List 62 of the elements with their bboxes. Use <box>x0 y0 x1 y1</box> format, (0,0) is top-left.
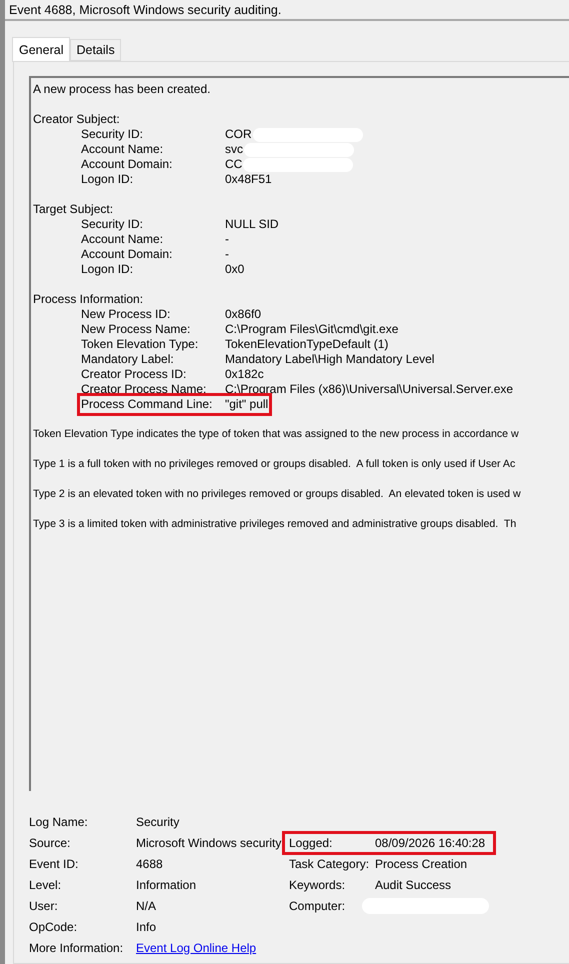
field-value: - <box>225 232 229 247</box>
property-label: OpCode: <box>29 920 78 934</box>
field-value: 0x0 <box>225 262 244 277</box>
description-text: Type 1 is a full token with no privileges removed or groups disabled. A full token is only used if User Ac <box>33 457 516 472</box>
description-text: Type 3 is a limited token with administrative privileges removed and administrative groups disabled. Th <box>33 517 516 532</box>
property-value: 08/09/2026 16:40:28 <box>375 836 486 850</box>
field-value: CC <box>225 157 242 172</box>
property-value: Audit Success <box>375 878 452 892</box>
field-label: Token Elevation Type: <box>81 337 200 352</box>
description-text: Token Elevation Type indicates the type of token that was assigned to the new process in accordance w <box>33 427 519 442</box>
field-value: svc <box>225 142 243 157</box>
field-value: 0x48F51 <box>225 172 272 187</box>
field-label: Mandatory Label: <box>81 352 175 367</box>
window-title: Event 4688, Microsoft Windows security auditing. <box>5 0 569 21</box>
field-value: 0x182c <box>225 367 264 382</box>
field-label: Process Command Line: <box>81 397 214 412</box>
field-label: Account Domain: <box>81 247 174 262</box>
property-label: Level: <box>29 878 62 892</box>
field-value: C:\Program Files (x86)\Universal\Universal.Server.exe <box>225 382 514 397</box>
property-label: User: <box>29 898 59 912</box>
property-value: Information <box>136 878 198 892</box>
field-label: Security ID: <box>81 217 144 232</box>
description-text: Type 2 is an elevated token with no privileges removed or groups disabled. An elevated token is used w <box>33 487 521 502</box>
field-value: COR <box>225 127 252 142</box>
section-heading: Process Information: <box>33 292 144 307</box>
property-label: Computer: <box>289 898 346 912</box>
field-value: - <box>225 247 229 262</box>
help-link[interactable]: Event Log Online Help <box>136 940 256 954</box>
field-label: Account Name: <box>81 232 164 247</box>
property-value: N/A <box>136 898 158 912</box>
field-label: Account Name: <box>81 142 164 157</box>
field-value: Mandatory Label\High Mandatory Level <box>225 352 434 367</box>
tab[interactable]: Details <box>70 39 121 61</box>
tab[interactable]: General <box>12 37 70 62</box>
field-label: New Process ID: <box>81 307 172 322</box>
field-label: Creator Process ID: <box>81 367 188 382</box>
property-label: Source: <box>29 836 72 850</box>
field-value: TokenElevationTypeDefault (1) <box>225 337 388 352</box>
field-label: Creator Process Name: <box>81 382 208 397</box>
field-value: "git" pull <box>225 397 268 412</box>
property-value: Process Creation <box>375 856 468 870</box>
property-label: Log Name: <box>29 814 89 828</box>
field-label: New Process Name: <box>81 322 192 337</box>
section-heading: Creator Subject: <box>33 112 121 127</box>
property-value: 4688 <box>136 856 164 870</box>
field-label: Account Domain: <box>81 157 174 172</box>
property-label: Keywords: <box>289 878 346 892</box>
field-label: Security ID: <box>81 127 144 142</box>
property-label: Task Category: <box>289 856 370 870</box>
property-value: Security <box>136 814 180 828</box>
field-value: 0x86f0 <box>225 307 262 322</box>
property-value: Microsoft Windows security <box>136 836 282 850</box>
field-value: NULL SID <box>225 217 279 232</box>
property-label: More Information: <box>29 940 124 954</box>
section-heading: Target Subject: <box>33 202 114 217</box>
field-label: Logon ID: <box>81 262 134 277</box>
property-label: Logged: <box>289 836 334 850</box>
description-text: A new process has been created. <box>33 82 212 97</box>
field-value: C:\Program Files\Git\cmd\git.exe <box>225 322 398 337</box>
property-value: Info <box>136 920 158 934</box>
property-label: Event ID: <box>29 856 80 870</box>
field-label: Logon ID: <box>81 172 134 187</box>
